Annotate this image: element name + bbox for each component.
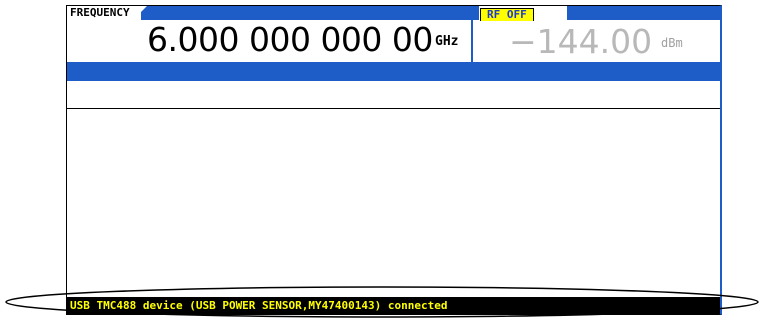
status-message: USB TMC488 device (USB POWER SENSOR,MY47… [70,299,448,312]
frequency-unit: GHz [435,34,459,49]
amplitude-value: −144.00 [509,22,653,61]
entry-area [67,81,720,109]
frequency-tab-bar [141,6,471,20]
amplitude-panel[interactable]: RF OFF −144.00 dBm [473,6,720,62]
frequency-value: 6.000 000 000 00 [147,20,433,59]
signal-generator-display: FREQUENCY 6.000 000 000 00 GHz RF OFF −1… [66,5,722,315]
status-bar: USB TMC488 device (USB POWER SENSOR,MY47… [67,297,720,314]
frequency-panel[interactable]: FREQUENCY 6.000 000 000 00 GHz [67,6,471,62]
amplitude-tab-notch [553,6,567,20]
amplitude-unit: dBm [661,36,683,50]
amplitude-tab-bar [567,6,720,20]
annunciator-band [67,62,720,81]
rf-off-badge: RF OFF [480,8,534,21]
main-display-area [67,109,720,297]
frequency-label: FREQUENCY [67,6,136,20]
